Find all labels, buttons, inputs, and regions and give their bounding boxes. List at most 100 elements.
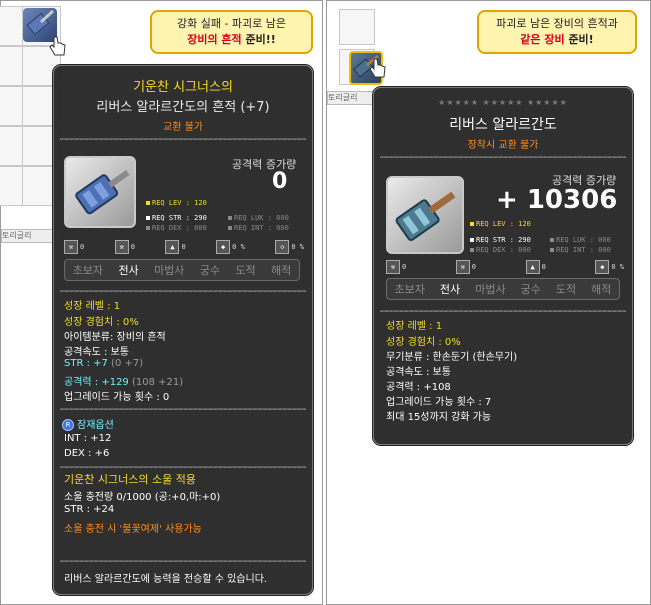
enhance-limit: 최대 15성까지 강화 가능	[386, 412, 492, 423]
potential-title: 잠재옵션	[77, 420, 114, 431]
attack-speed: 공격속도 : 보통	[386, 367, 451, 378]
inventory-slot[interactable]	[0, 86, 23, 126]
divider	[60, 290, 306, 292]
trade-restriction: 교환 불가	[163, 122, 203, 133]
job-warrior: 전사	[439, 283, 461, 296]
wrench-icon: ⚒	[64, 240, 78, 254]
growth-exp: 성장 경험치 : 0%	[64, 317, 139, 328]
bubble-tail: 준비!	[564, 33, 594, 46]
stat-icon-5: ◇ 0 %	[275, 240, 304, 254]
attack-stat: 공격력 : +129 (108 +21)	[64, 373, 183, 388]
stat-icon-3: ▲ 0	[165, 240, 186, 254]
req-luk-text: REQ LUK : 000	[556, 236, 611, 244]
str-detail: (0 +7)	[107, 358, 144, 369]
potential-line-1: INT : +12	[64, 433, 112, 444]
job-pirate: 해적	[271, 264, 292, 277]
req-dex: REQ DEX : 000	[470, 246, 531, 254]
attack-speed: 공격속도 : 보통	[64, 347, 129, 358]
potential-header: R 잠재옵션	[62, 416, 114, 431]
req-dex-text: REQ DEX : 000	[152, 224, 207, 232]
wrench-icon: ⚒	[114, 240, 129, 254]
str-stat: STR : +7 (0 +7)	[64, 358, 143, 369]
bubble-line-2: 같은 장비 준비!	[485, 32, 629, 48]
item-title: 리버스 알라르간도의 흔적 (+7)	[96, 100, 270, 115]
req-dex-text: REQ DEX : 000	[476, 246, 531, 254]
instruction-bubble: 강화 실패 - 파괴로 남은 장비의 흔적 준비!!	[150, 10, 313, 54]
job-bar: 초보자 전사 마법사 궁수 도적 해적	[386, 278, 620, 300]
req-level: REQ LEV : 120	[146, 199, 207, 207]
req-level: REQ LEV : 120	[470, 220, 531, 228]
soul-title: 기운찬 시그너스의 소울 적용	[64, 473, 196, 486]
job-bar: 초보자 전사 마법사 궁수 도적 해적	[64, 259, 300, 281]
star-force-stars: ★★★★★ ★★★★★ ★★★★★	[438, 98, 568, 107]
job-archer: 궁수	[199, 264, 221, 277]
inventory-tab-label[interactable]: 토리글리	[327, 91, 374, 105]
wrench-icon: ⚒	[455, 260, 470, 274]
req-luk: REQ LUK : 000	[550, 236, 611, 244]
stat-icon-2: ⚒ 0	[114, 240, 135, 254]
item-tooltip: ★★★★★ ★★★★★ ★★★★★ 리버스 알라르간도 장착시 교환 불가 공격…	[373, 87, 633, 445]
item-icon-box	[386, 176, 464, 254]
req-str-text: REQ STR : 290	[476, 236, 531, 244]
stat-icon-4: ◆ 0 %	[595, 260, 624, 274]
req-dex: REQ DEX : 000	[146, 224, 207, 232]
inventory-slot[interactable]	[0, 126, 23, 166]
soul-charge: 소울 충전량 0/1000 (공:+0,마:+0)	[64, 492, 221, 503]
bubble-line-1: 파괴로 남은 장비의 흔적과	[496, 17, 618, 30]
req-int-text: REQ INT : 000	[556, 246, 611, 254]
tooltip-footer: 리버스 알라르간도에 능력을 전승할 수 있습니다.	[64, 574, 268, 585]
right-panel: 토리글리 파괴로 남은 장비의 흔적과 같은 장비 준비! ★★★★★ ★★★★…	[326, 0, 651, 605]
divider	[60, 408, 306, 410]
req-int-text: REQ INT : 000	[234, 224, 289, 232]
job-beginner: 초보자	[72, 264, 104, 277]
item-category: 아이템분류: 장비의 흔적	[64, 332, 166, 343]
inventory-slot[interactable]	[0, 6, 23, 46]
str-value: STR : +7	[64, 358, 108, 369]
req-str-text: REQ STR : 290	[152, 214, 207, 222]
growth-exp: 성장 경험치 : 0%	[386, 337, 461, 348]
potential-line-2: DEX : +6	[64, 448, 110, 459]
attack-detail: (108 +21)	[128, 377, 184, 388]
req-int: REQ INT : 000	[228, 224, 289, 232]
job-thief: 도적	[555, 283, 577, 296]
job-archer: 궁수	[520, 283, 541, 296]
divider	[60, 466, 306, 468]
inventory-slot[interactable]	[0, 46, 23, 86]
stat-icon-3: ▲ 0	[525, 260, 546, 274]
shield-icon: ◇	[275, 240, 290, 254]
armor-icon: ▲	[525, 260, 540, 274]
soul-str: STR : +24	[64, 504, 115, 515]
inventory-grid: 토리글리	[327, 1, 386, 111]
attack-value: 공격력 : +129	[64, 377, 129, 388]
hand-cursor-icon	[369, 57, 387, 79]
item-icon-box	[64, 156, 136, 228]
req-level-text: REQ LEV : 120	[476, 220, 531, 228]
job-pirate: 해적	[591, 283, 612, 296]
upgrade-count: 업그레이드 가능 횟수 : 7	[386, 397, 492, 408]
job-magician: 마법사	[475, 283, 506, 296]
inventory-slot[interactable]	[339, 9, 375, 45]
growth-level: 성장 레벨 : 1	[386, 321, 443, 332]
req-luk-text: REQ LUK : 000	[234, 214, 289, 222]
armor-icon: ▲	[165, 240, 180, 254]
hand-cursor-icon	[49, 35, 67, 57]
item-tooltip: 기운찬 시그너스의 리버스 알라르간도의 흔적 (+7) 교환 불가 공격력 증…	[53, 65, 313, 595]
stat-icon-1: ⚒ 0	[386, 260, 406, 274]
attack-increase-value: + 10306	[496, 185, 618, 215]
weapon-category: 무기분류 : 한손둔기 (한손무기)	[386, 352, 518, 363]
wrench-icon: ⚒	[386, 260, 400, 274]
rare-grade-icon: R	[62, 419, 74, 431]
instruction-bubble: 파괴로 남은 장비의 흔적과 같은 장비 준비!	[477, 10, 637, 54]
left-panel: 토리글리 강화 실패 - 파괴로 남은 장비의 흔적 준비!! 기운찬 시그너스…	[0, 0, 323, 605]
inventory-slot[interactable]	[0, 166, 23, 206]
req-str: REQ STR : 290	[146, 214, 207, 222]
soul-skill: 소울 충전 시 '불꽃여제' 사용가능	[64, 524, 202, 535]
divider	[60, 138, 306, 140]
item-prefix: 기운찬 시그너스의	[133, 80, 233, 95]
bubble-line-1: 강화 실패 - 파괴로 남은	[176, 17, 287, 30]
stat-icon-row: ⚒ 0 ⚒ 0 ▲ 0 ◆ 0 % ◇ 0 %	[64, 240, 304, 254]
item-title: 리버스 알라르간도	[449, 117, 557, 133]
hammer-icon	[395, 191, 456, 241]
stat-icon-row: ⚒ 0 ⚒ 0 ▲ 0 ◆ 0 %	[386, 260, 624, 274]
stat-icon-2: ⚒ 0	[455, 260, 476, 274]
